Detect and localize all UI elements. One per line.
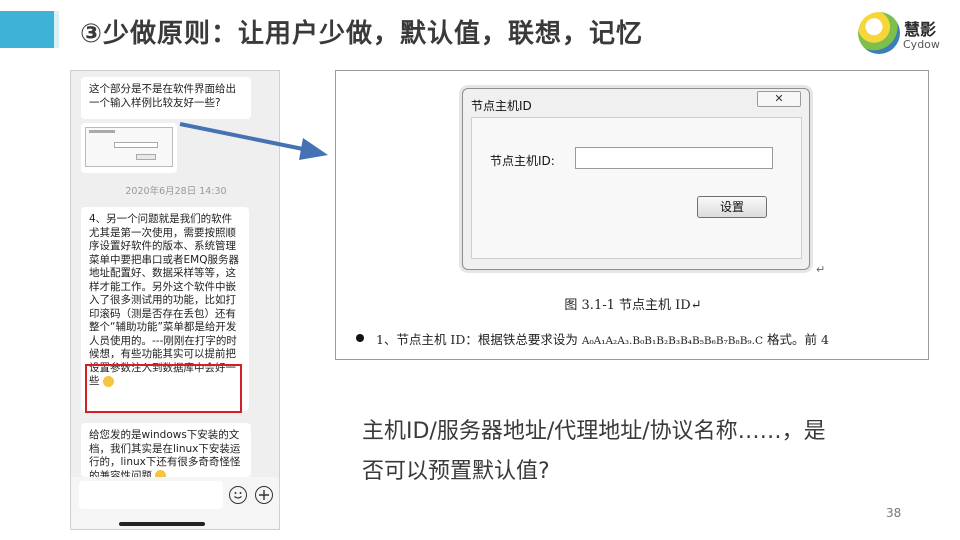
chat-message: 这个部分是不是在软件界面给出一个输入样例比较友好一些?: [81, 77, 251, 119]
company-logo: 慧影 Cydow: [858, 12, 950, 64]
bullet-tail: 格式。前 4: [763, 332, 829, 347]
add-button[interactable]: [255, 486, 273, 504]
emoji-button[interactable]: [229, 486, 247, 504]
slide-title: ③少做原则：让用户少做，默认值，联想，记忆: [80, 19, 644, 49]
highlight-box: [85, 364, 242, 413]
home-indicator: [119, 522, 205, 526]
chat-image-message[interactable]: [81, 123, 177, 173]
chat-message-text: 给您发的是windows下安装的文档，我们其实是在linux下安装运行的，lin…: [89, 429, 241, 477]
chat-timestamp: 2020年6月28日 14:30: [125, 186, 227, 197]
plus-icon: [259, 490, 269, 500]
chat-input[interactable]: [79, 481, 223, 509]
node-host-id-input[interactable]: [575, 147, 773, 169]
figure-caption: 图 3.1-1 节点主机 ID↵: [564, 298, 702, 313]
node-host-id-label: 节点主机ID:: [490, 154, 555, 168]
return-mark-icon: ↵: [816, 263, 826, 276]
document-excerpt: 节点主机ID ✕ 节点主机ID: 设置 ↵ 图 3.1-1 节点主机 ID↵ 1…: [335, 70, 929, 360]
accent-bar-highlight: [54, 11, 59, 48]
bullet-dot-icon: [356, 334, 364, 342]
thumbnail-input: [114, 142, 158, 148]
logo-name: 慧影: [904, 20, 937, 39]
thumbnail-title-bar: [89, 130, 115, 133]
set-button[interactable]: 设置: [697, 196, 767, 218]
chat-message-text: 4、另一个问题就是我们的软件尤其是第一次使用，需要按照顺序设置好软件的版本、系统…: [89, 213, 239, 387]
bullet-text: 1、节点主机 ID：根据铁总要求设为: [376, 332, 582, 347]
document-bullet: 1、节点主机 ID：根据铁总要求设为 A₀A₁A₂A₃.B₀B₁B₂B₃B₄B₅…: [356, 329, 829, 348]
question-line-2: 否可以预置默认值?: [362, 459, 550, 484]
close-button[interactable]: ✕: [757, 91, 801, 107]
dialog-window: 节点主机ID ✕ 节点主机ID: 设置: [462, 88, 810, 270]
smile-emoji-icon: [155, 470, 167, 477]
logo-mark-icon: [858, 12, 900, 54]
dialog-body: 节点主机ID: 设置: [471, 117, 802, 259]
emoji-icon: [234, 492, 242, 499]
question-text: 主机ID/服务器地址/代理地址/协议名称……，是 否可以预置默认值?: [362, 412, 902, 492]
id-format: A₀A₁A₂A₃.B₀B₁B₂B₃B₄B₅B₆B₇B₈B₉.C: [581, 335, 764, 347]
logo-subtitle: Cydow: [903, 38, 940, 51]
thumbnail-button: [136, 154, 156, 160]
thumbnail-window: [85, 127, 173, 167]
chat-message: 给您发的是windows下安装的文档，我们其实是在linux下安装运行的，lin…: [81, 423, 251, 477]
arrow-icon: [179, 122, 328, 160]
question-line-1: 主机ID/服务器地址/代理地址/协议名称……，是: [362, 419, 826, 444]
page-number: 38: [886, 506, 902, 520]
dialog-title: 节点主机ID: [471, 99, 532, 113]
accent-bar: [0, 11, 54, 48]
